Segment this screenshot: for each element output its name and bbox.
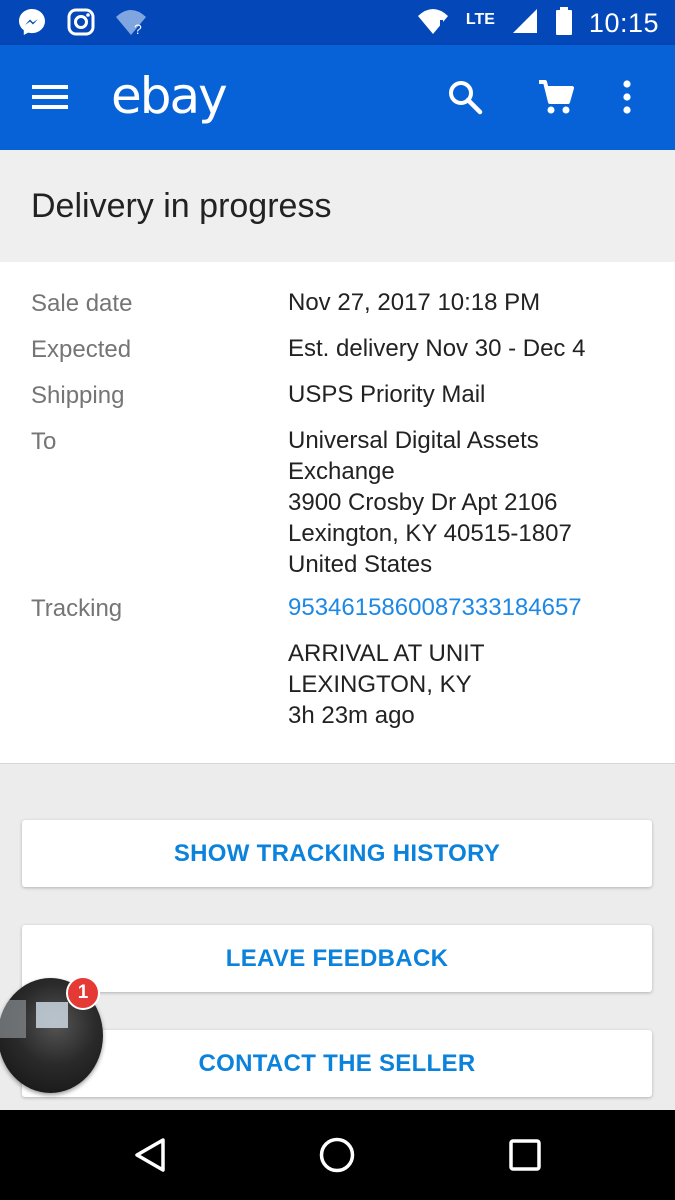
system-nav-bar — [0, 1110, 675, 1200]
expected-value: Est. delivery Nov 30 - Dec 4 — [288, 335, 586, 362]
leave-feedback-button[interactable]: LEAVE FEEDBACK — [22, 925, 652, 992]
tracking-status-line: LEXINGTON, KY — [288, 671, 472, 698]
page-header: Delivery in progress — [0, 150, 675, 262]
wifi-unknown-icon: ? — [114, 7, 148, 42]
instagram-icon — [66, 7, 96, 42]
shipping-label: Shipping — [31, 382, 125, 409]
page-title: Delivery in progress — [31, 187, 332, 225]
ebay-logo[interactable]: ebay — [111, 67, 228, 125]
tracking-status: ARRIVAL AT UNIT LEXINGTON, KY 3h 23m ago — [288, 638, 485, 731]
order-details-card: Sale date Nov 27, 2017 10:18 PM Expected… — [0, 262, 675, 764]
tracking-status-line: ARRIVAL AT UNIT — [288, 640, 485, 667]
wifi-icon — [416, 6, 450, 41]
address-line: Lexington, KY 40515-1807 — [288, 520, 572, 547]
ship-to-label: To — [31, 428, 57, 455]
notification-badge: 1 — [66, 976, 100, 1010]
messenger-icon — [16, 6, 48, 43]
home-icon[interactable] — [318, 1136, 356, 1179]
signal-icon — [511, 7, 539, 40]
address-line: United States — [288, 551, 433, 578]
tracking-number-link[interactable]: 9534615860087333184657 — [288, 592, 582, 623]
sale-date-value: Nov 27, 2017 10:18 PM — [288, 289, 541, 316]
svg-text:?: ? — [134, 21, 142, 37]
app-bar: ebay — [0, 45, 675, 150]
search-icon[interactable] — [446, 78, 484, 121]
ship-to-address: Universal Digital Assets Exchange 3900 C… — [288, 425, 572, 580]
clock: 10:15 — [588, 8, 659, 38]
recents-icon[interactable] — [508, 1138, 542, 1177]
chat-head[interactable]: 1 — [0, 976, 103, 1093]
back-icon[interactable] — [133, 1136, 167, 1179]
more-vert-icon[interactable] — [620, 78, 634, 121]
battery-icon — [555, 6, 573, 41]
network-type: LTE — [465, 10, 495, 28]
expected-label: Expected — [31, 336, 132, 363]
address-line: Exchange — [288, 458, 395, 485]
menu-icon[interactable] — [32, 83, 68, 116]
shipping-value: USPS Priority Mail — [288, 381, 486, 408]
address-line: 3900 Crosby Dr Apt 2106 — [288, 489, 558, 516]
cart-icon[interactable] — [537, 78, 575, 121]
sale-date-label: Sale date — [31, 290, 133, 317]
status-bar: ? LTE 10:15 — [0, 0, 675, 45]
tracking-status-line: 3h 23m ago — [288, 702, 415, 729]
address-line: Universal Digital Assets — [288, 427, 539, 454]
show-tracking-history-button[interactable]: SHOW TRACKING HISTORY — [22, 820, 652, 887]
contact-seller-button[interactable]: CONTACT THE SELLER — [22, 1030, 652, 1097]
tracking-label: Tracking — [31, 595, 123, 622]
